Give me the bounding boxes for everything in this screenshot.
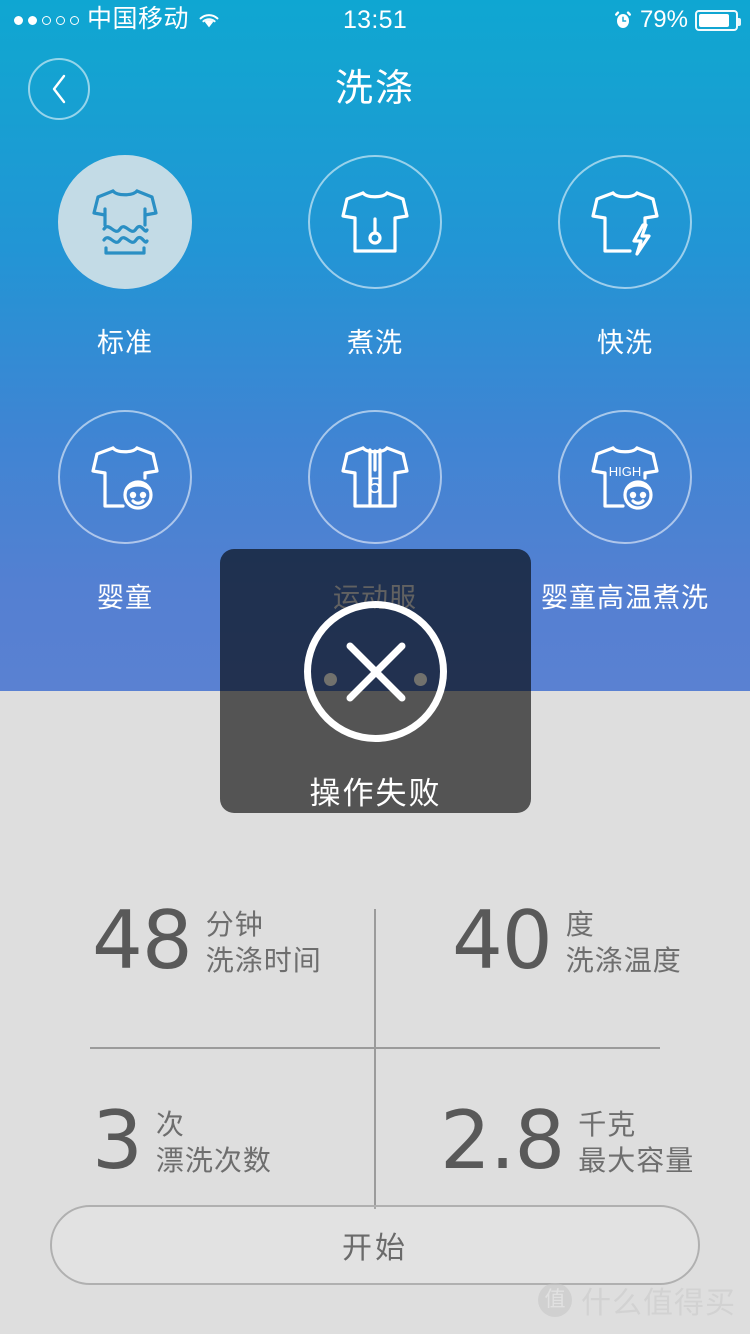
page-title: 洗涤: [334, 68, 415, 110]
spec-divider-horizontal: [90, 1047, 660, 1049]
mode-label: 快洗: [597, 328, 653, 358]
x-circle-icon: [304, 601, 447, 742]
mode-item-baby-high-temp[interactable]: HIGH 婴童高温煮洗: [500, 410, 750, 665]
error-toast: 操作失败: [220, 549, 531, 813]
spec-value: 40: [452, 894, 553, 987]
battery-percent-label: 79%: [639, 5, 688, 33]
spec-text: 度 洗涤温度: [566, 903, 682, 979]
spec-grid: 48 分钟 洗涤时间 40 度 洗涤温度 3 次 漂洗次数 2.8 千克 最大容…: [0, 791, 750, 1221]
spec-rinse-count: 3 次 漂洗次数: [92, 1094, 272, 1187]
spec-text: 千克 最大容量: [578, 1103, 694, 1179]
spec-value: 2.8: [440, 1094, 565, 1187]
spec-name: 漂洗次数: [155, 1145, 272, 1176]
shirt-number5-icon: 5: [341, 446, 409, 508]
spec-text: 次 漂洗次数: [156, 1103, 272, 1179]
spec-text: 分钟 洗涤时间: [206, 903, 322, 979]
mode-icon-wrap: [308, 155, 442, 289]
spec-max-capacity: 2.8 千克 最大容量: [440, 1094, 694, 1187]
phone-screen: 中国移动 13:51 79% 洗涤 标准 煮洗 快洗 婴童 5 HIGH 婴童高…: [0, 0, 750, 1334]
watermark: 值 什么值得买: [538, 1278, 736, 1322]
spec-value: 3: [92, 1094, 143, 1187]
mode-label: 婴童高温煮洗: [541, 583, 709, 613]
navigation-bar: 洗涤: [0, 40, 750, 140]
shirt-thermometer-icon: [341, 191, 409, 253]
watermark-text: 什么值得买: [581, 1287, 736, 1320]
mode-icon-wrap: 5: [308, 410, 442, 544]
spec-wash-temperature: 40 度 洗涤温度: [452, 894, 682, 987]
shirt-baby-icon: [91, 446, 159, 510]
watermark-logo-icon: 值: [538, 1283, 572, 1317]
svg-text:5: 5: [369, 473, 381, 498]
spec-name: 洗涤时间: [205, 945, 322, 976]
alarm-clock-icon: [614, 11, 631, 28]
mode-item-standard[interactable]: 标准: [0, 155, 250, 410]
spec-unit: 千克: [578, 1109, 637, 1140]
spec-unit: 分钟: [205, 909, 264, 940]
start-button[interactable]: 开始: [50, 1205, 700, 1285]
spec-value: 48: [92, 894, 193, 987]
mode-label: 标准: [97, 328, 153, 358]
mode-item-baby[interactable]: 婴童: [0, 410, 250, 665]
svg-text:HIGH: HIGH: [609, 464, 642, 479]
mode-label: 煮洗: [347, 328, 403, 358]
status-bar-right: 79%: [613, 5, 741, 33]
mode-label: 婴童: [97, 583, 153, 613]
mode-icon-wrap: HIGH: [558, 410, 692, 544]
spec-unit: 度: [565, 909, 595, 940]
close-x-icon: [346, 642, 405, 701]
spec-name: 最大容量: [578, 1145, 695, 1176]
mode-icon-wrap: [558, 155, 692, 289]
toast-dot-left: [324, 673, 337, 686]
mode-item-quick-wash[interactable]: 快洗: [500, 155, 750, 410]
mode-icon-wrap: [58, 410, 192, 544]
mode-item-boil-wash[interactable]: 煮洗: [250, 155, 500, 410]
shirt-waves-icon: [92, 189, 158, 255]
toast-dot-right: [414, 673, 427, 686]
mode-icon-wrap: [58, 155, 192, 289]
shirt-high-baby-icon: HIGH: [591, 446, 659, 510]
spec-name: 洗涤温度: [565, 945, 682, 976]
toast-message: 操作失败: [309, 776, 442, 811]
spec-divider-vertical: [374, 909, 376, 1209]
spec-wash-time: 48 分钟 洗涤时间: [92, 894, 322, 987]
spec-unit: 次: [155, 1109, 185, 1140]
battery-icon: [695, 9, 741, 31]
shirt-bolt-icon: [591, 191, 659, 256]
status-bar: 中国移动 13:51 79%: [0, 0, 750, 40]
